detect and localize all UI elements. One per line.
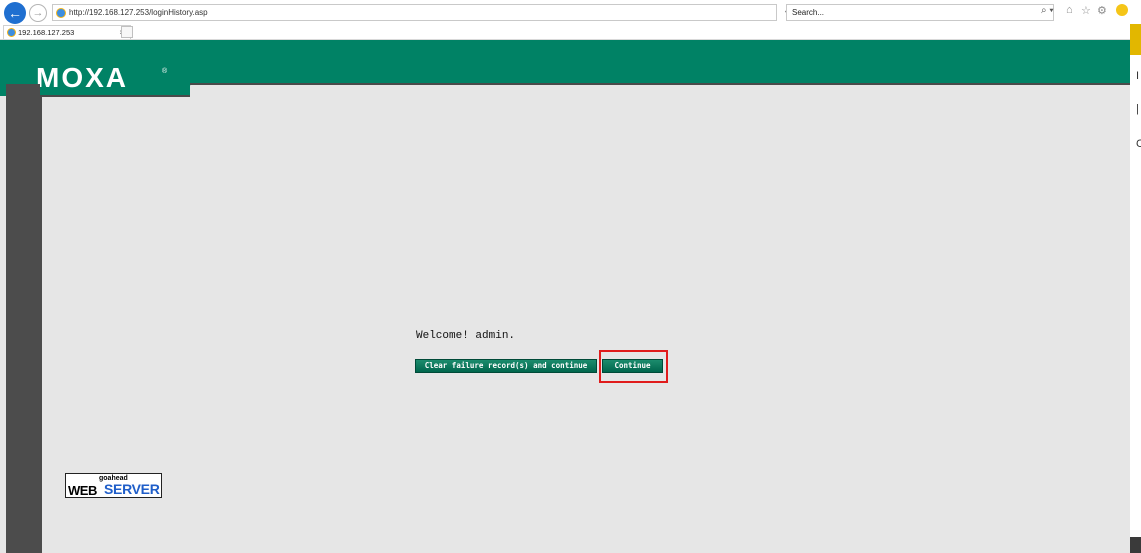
highlight-box [599,350,668,383]
left-sidebar-bar [6,84,40,553]
new-tab-button[interactable] [121,26,133,38]
tab-title: 192.168.127.253 [18,28,75,37]
web-text: WEB [68,483,97,498]
forward-arrow-icon[interactable]: → [29,4,47,22]
browser-tab[interactable]: 192.168.127.253 × [3,25,131,39]
header-divider [190,83,1130,85]
smiley-feedback-icon[interactable] [1116,4,1128,16]
goahead-webserver-logo: goahead WEB SERVER [65,473,162,498]
welcome-message: Welcome! admin. [416,330,516,342]
dark-marker [1130,537,1141,553]
gear-icon[interactable]: ⚙ [1097,4,1107,17]
edge-fragment: I [1136,70,1140,82]
edge-fragment: | [1136,103,1139,115]
edge-fragment: C [1136,138,1141,150]
ie-favicon-icon [56,8,66,18]
search-input[interactable]: Search... [786,4,1054,21]
server-text: SERVER [104,481,160,497]
logo-divider [40,95,190,97]
browser-chrome: ← → http://192.168.127.253/loginHistory.… [0,0,1130,40]
moxa-page: MOXA ® Welcome! admin. Clear failure rec… [0,40,1130,553]
left-sidebar-line [40,96,42,553]
yellow-marker [1130,24,1141,55]
address-bar[interactable]: http://192.168.127.253/loginHistory.asp [52,4,777,21]
back-arrow-icon[interactable]: ← [4,2,26,24]
clear-failure-records-button[interactable]: Clear failure record(s) and continue [415,359,597,373]
tab-favicon-icon [7,28,16,37]
moxa-logo: MOXA [36,62,128,93]
right-edge-strip: I | C [1130,0,1141,553]
home-icon[interactable]: ⌂ [1066,4,1073,16]
registered-mark: ® [162,68,168,75]
address-url: http://192.168.127.253/loginHistory.asp [69,8,208,17]
star-icon[interactable]: ☆ [1081,4,1091,17]
search-icon[interactable]: ⌕ ▾ [1041,5,1054,16]
